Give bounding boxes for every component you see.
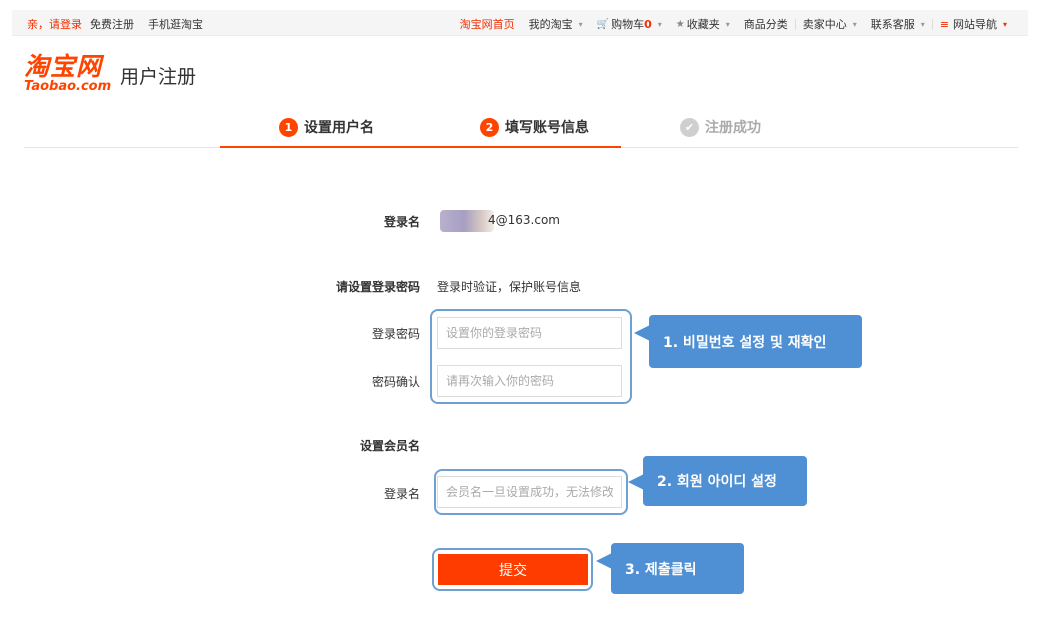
login-name-label: 登录名 <box>383 215 420 229</box>
customer-service-label: 联系客服 <box>870 18 915 31</box>
check-icon: ✔ <box>680 117 699 137</box>
confirm-password-label: 密码确认 <box>371 375 420 389</box>
chevron-down-icon: ▾ <box>657 19 662 29</box>
password-hint: 登录时验证，保护账号信息 <box>437 280 582 294</box>
page-title: 用户注册 <box>120 66 197 88</box>
active-step-indicator <box>220 146 621 148</box>
password-section-title: 请设置登录密码 <box>335 280 420 294</box>
step-success: ✔ 注册成功 <box>680 117 761 137</box>
member-name-label: 登录名 <box>383 487 420 501</box>
login-name-value: 4@163.com <box>488 213 560 227</box>
cart-menu[interactable]: 🛒 购物车 0 ▾ <box>590 16 669 32</box>
taobao-home-link[interactable]: 淘宝网首页 <box>453 16 522 32</box>
logo-en: Taobao.com <box>24 79 112 94</box>
chevron-down-icon: ▾ <box>1002 19 1007 29</box>
seller-center-label: 卖家中心 <box>802 18 847 31</box>
chevron-down-icon: ▾ <box>920 19 925 29</box>
cart-count: 0 <box>644 17 652 31</box>
callout-text: 3. 제출클릭 <box>625 561 697 578</box>
callout-text: 2. 회원 아이디 설정 <box>657 474 777 490</box>
step-label: 设置用户名 <box>304 120 374 136</box>
favorites-label: 收藏夹 <box>686 18 720 31</box>
topbar-left: 亲，请登录 免费注册 手机逛淘宝 <box>27 16 203 32</box>
menu-icon: ≡ <box>939 17 949 31</box>
customer-service-menu[interactable]: 联系客服 ▾ <box>864 16 932 32</box>
step-number: 2 <box>480 117 499 137</box>
member-name-input[interactable] <box>437 476 622 508</box>
step-number: 1 <box>279 117 298 137</box>
login-link[interactable]: 亲，请登录 <box>27 16 82 32</box>
confirm-password-input[interactable] <box>437 365 622 397</box>
cart-label: 购物车 <box>611 18 645 31</box>
categories-link[interactable]: 商品分类 <box>737 16 795 32</box>
chevron-down-icon: ▾ <box>578 19 583 29</box>
callout-pointer <box>628 474 644 490</box>
site-topbar: 亲，请登录 免费注册 手机逛淘宝 淘宝网首页 我的淘宝 ▾ 🛒 购物车 0 ▾ … <box>12 10 1028 36</box>
callout-member-id: 2. 회원 아이디 설정 <box>628 456 807 506</box>
seller-center-menu[interactable]: 卖家中心 ▾ <box>796 16 864 32</box>
member-section-title: 设置会员名 <box>359 439 420 453</box>
site-nav-label: 网站导航 <box>952 18 997 31</box>
step-fill-account: 2 填写账号信息 <box>480 117 589 137</box>
topbar-right: 淘宝网首页 我的淘宝 ▾ 🛒 购物车 0 ▾ ★ 收藏夹 ▾ 商品分类 卖家中心… <box>453 16 1014 32</box>
site-nav-menu[interactable]: ≡ 网站导航 ▾ <box>933 16 1014 32</box>
star-icon: ★ <box>675 18 685 30</box>
mobile-taobao-link[interactable]: 手机逛淘宝 <box>148 16 203 32</box>
step-label: 填写账号信息 <box>505 120 589 136</box>
chevron-down-icon: ▾ <box>725 19 730 29</box>
free-register-link[interactable]: 免费注册 <box>90 16 134 32</box>
password-label: 登录密码 <box>371 327 420 341</box>
chevron-down-icon: ▾ <box>852 19 857 29</box>
callout-pointer <box>596 553 612 569</box>
cart-icon: 🛒 <box>596 18 610 30</box>
favorites-menu[interactable]: ★ 收藏夹 ▾ <box>669 16 737 32</box>
callout-text: 1. 비밀번호 설정 및 재확인 <box>663 334 827 351</box>
password-input[interactable] <box>437 317 622 349</box>
step-set-username: 1 设置用户名 <box>279 117 374 137</box>
registration-steps: 1 设置用户名 2 填写账号信息 ✔ 注册成功 <box>24 112 1018 148</box>
redacted-username <box>440 210 494 232</box>
callout-submit: 3. 제출클릭 <box>596 543 744 594</box>
my-taobao-label: 我的淘宝 <box>528 18 573 31</box>
taobao-logo[interactable]: 淘宝网 Taobao.com <box>24 54 114 94</box>
callout-pointer <box>634 325 650 341</box>
my-taobao-menu[interactable]: 我的淘宝 ▾ <box>522 16 590 32</box>
callout-password: 1. 비밀번호 설정 및 재확인 <box>634 315 862 368</box>
step-label: 注册成功 <box>705 120 761 136</box>
logo-cn: 淘宝网 <box>24 52 103 81</box>
submit-button[interactable]: 提交 <box>438 554 588 585</box>
